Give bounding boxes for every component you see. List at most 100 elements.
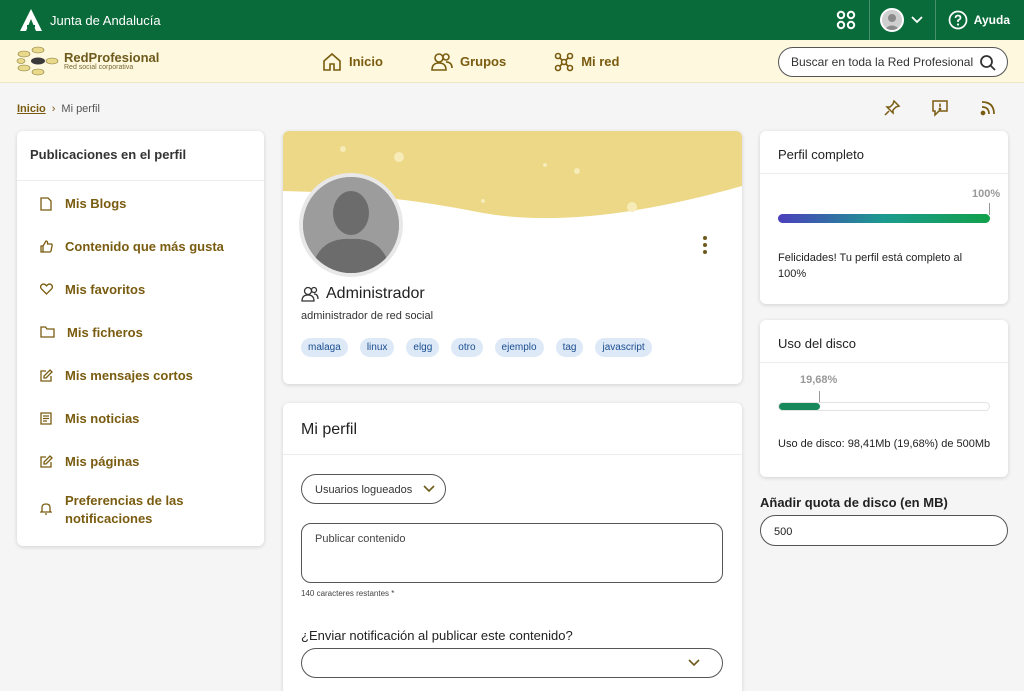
nav-grupos-label: Grupos xyxy=(459,54,507,69)
search-input[interactable]: Buscar en toda la Red Profesional xyxy=(778,47,1008,77)
disk-usage-card: Uso del disco 19,68% Uso de disco: 98,41… xyxy=(760,320,1008,477)
profile-name: Administrador xyxy=(301,285,425,303)
quota-input[interactable]: 500 xyxy=(760,515,1008,546)
profile-publications-card: Publicaciones en el perfil Mis Blogs Con… xyxy=(17,131,264,546)
pin-icon[interactable] xyxy=(880,98,904,118)
rss-icon[interactable] xyxy=(976,98,1000,118)
profile-complete-message: Felicidades! Tu perfil está completo al … xyxy=(778,252,963,280)
chars-remaining: 140 caracteres restantes * xyxy=(301,589,395,598)
card-title: Perfil completo xyxy=(760,131,1008,174)
apps-grid-icon[interactable] xyxy=(823,0,869,40)
menu-label: Mis páginas xyxy=(65,454,140,469)
tag-chip[interactable]: otro xyxy=(451,338,483,357)
menu-preferencias-notificaciones[interactable]: Preferencias de las notificaciones xyxy=(17,492,264,528)
card-title: Publicaciones en el perfil xyxy=(17,131,264,181)
news-icon xyxy=(39,410,53,425)
page-tools xyxy=(880,98,1024,118)
profile-progress-bar xyxy=(778,214,990,223)
disk-percent-label: 19,68% xyxy=(800,374,838,386)
more-options-icon[interactable] xyxy=(701,235,709,260)
tag-chip[interactable]: tag xyxy=(555,338,584,357)
nav-mi-red[interactable]: Mi red xyxy=(554,52,619,72)
help-label: Ayuda xyxy=(973,13,1010,27)
disk-progress-fill xyxy=(779,403,821,410)
chevron-right-icon: › xyxy=(51,103,56,115)
breadcrumb: Inicio › Mi perfil xyxy=(17,103,100,115)
textarea-placeholder: Publicar contenido xyxy=(315,533,406,545)
menu-label: Mis Blogs xyxy=(65,196,127,211)
disk-usage-message: Uso de disco: 98,41Mb (19,68%) de 500Mb xyxy=(778,438,991,450)
help-icon xyxy=(948,10,968,30)
search-icon[interactable] xyxy=(979,54,997,72)
disk-progress-bar xyxy=(778,402,990,411)
notify-select[interactable] xyxy=(301,648,723,678)
chevron-down-icon xyxy=(688,659,700,667)
main-nav: RedProfesional Red social corporativa In… xyxy=(0,40,1024,83)
quota-label: Añadir quota de disco (en MB) xyxy=(760,495,948,510)
red-profesional-logo[interactable]: RedProfesional Red social corporativa xyxy=(16,46,159,76)
admin-user-icon xyxy=(301,286,319,302)
menu-contenido-gusta[interactable]: Contenido que más gusta xyxy=(17,238,264,256)
menu-mis-mensajes[interactable]: Mis mensajes cortos xyxy=(17,367,264,385)
group-icon xyxy=(431,52,453,71)
logo-name: RedProfesional xyxy=(64,50,160,65)
menu-mis-noticias[interactable]: Mis noticias xyxy=(17,410,264,428)
tag-chip[interactable]: linux xyxy=(359,338,395,357)
profile-progress-fill xyxy=(778,214,990,223)
bell-icon xyxy=(39,492,53,515)
user-menu[interactable] xyxy=(868,0,936,40)
breadcrumb-current: Mi perfil xyxy=(61,103,100,115)
quota-value: 500 xyxy=(774,526,793,538)
chevron-down-icon xyxy=(911,16,923,24)
tag-chip[interactable]: javascript xyxy=(595,338,652,357)
junta-logo-icon xyxy=(20,9,42,31)
menu-label: Contenido que más gusta xyxy=(65,239,224,254)
nav-inicio-label: Inicio xyxy=(349,54,383,69)
folder-icon xyxy=(39,324,55,338)
avatar xyxy=(879,8,904,32)
menu-label: Preferencias de las notificaciones xyxy=(65,493,184,526)
profile-role: administrador de red social xyxy=(301,310,434,322)
profile-percent-label: 100% xyxy=(972,188,1001,200)
nav-mi-red-label: Mi red xyxy=(581,54,620,69)
menu-label: Mis noticias xyxy=(65,411,140,426)
card-title: Mi perfil xyxy=(283,403,742,455)
tag-chip[interactable]: ejemplo xyxy=(494,338,544,357)
visibility-select[interactable]: Usuarios logueados xyxy=(301,474,446,504)
menu-label: Mis ficheros xyxy=(67,325,143,340)
heart-icon xyxy=(39,281,53,295)
publish-content-textarea[interactable]: Publicar contenido xyxy=(301,523,723,583)
search-placeholder: Buscar en toda la Red Profesional xyxy=(791,55,974,69)
profile-avatar[interactable] xyxy=(299,173,403,277)
brand[interactable]: Junta de Andalucía xyxy=(18,8,161,32)
menu-mis-favoritos[interactable]: Mis favoritos xyxy=(17,281,264,299)
edit-icon xyxy=(39,453,53,468)
profile-tags: malaga linux elgg otro ejemplo tag javas… xyxy=(301,338,664,357)
document-icon xyxy=(39,195,53,211)
menu-mis-blogs[interactable]: Mis Blogs xyxy=(17,195,264,213)
report-icon[interactable] xyxy=(928,98,952,118)
card-title: Uso del disco xyxy=(760,320,1008,363)
menu-mis-paginas[interactable]: Mis páginas xyxy=(17,453,264,471)
profile-name-text: Administrador xyxy=(326,285,425,302)
network-icon xyxy=(554,52,574,71)
progress-marker xyxy=(989,203,990,215)
menu-mis-ficheros[interactable]: Mis ficheros xyxy=(17,324,264,342)
brand-label: Junta de Andalucía xyxy=(50,12,161,28)
thumbs-up-icon xyxy=(39,238,53,253)
mi-perfil-card: Mi perfil Usuarios logueados Publicar co… xyxy=(283,403,742,691)
network-logo-icon xyxy=(16,46,59,76)
edit-icon xyxy=(39,367,53,382)
tag-chip[interactable]: elgg xyxy=(406,338,440,357)
profile-complete-card: Perfil completo 100% Felicidades! Tu per… xyxy=(760,131,1008,304)
breadcrumb-home[interactable]: Inicio xyxy=(17,103,46,115)
chevron-down-icon xyxy=(423,485,435,493)
menu-label: Mis mensajes cortos xyxy=(65,368,193,383)
notify-question: ¿Enviar notificación al publicar este co… xyxy=(301,628,573,643)
top-bar: Junta de Andalucía Ayuda xyxy=(0,0,1024,40)
help-button[interactable]: Ayuda xyxy=(936,10,1024,30)
nav-grupos[interactable]: Grupos xyxy=(431,52,506,72)
logo-subtitle: Red social corporativa xyxy=(64,64,134,71)
tag-chip[interactable]: malaga xyxy=(301,338,348,357)
nav-inicio[interactable]: Inicio xyxy=(322,52,383,72)
